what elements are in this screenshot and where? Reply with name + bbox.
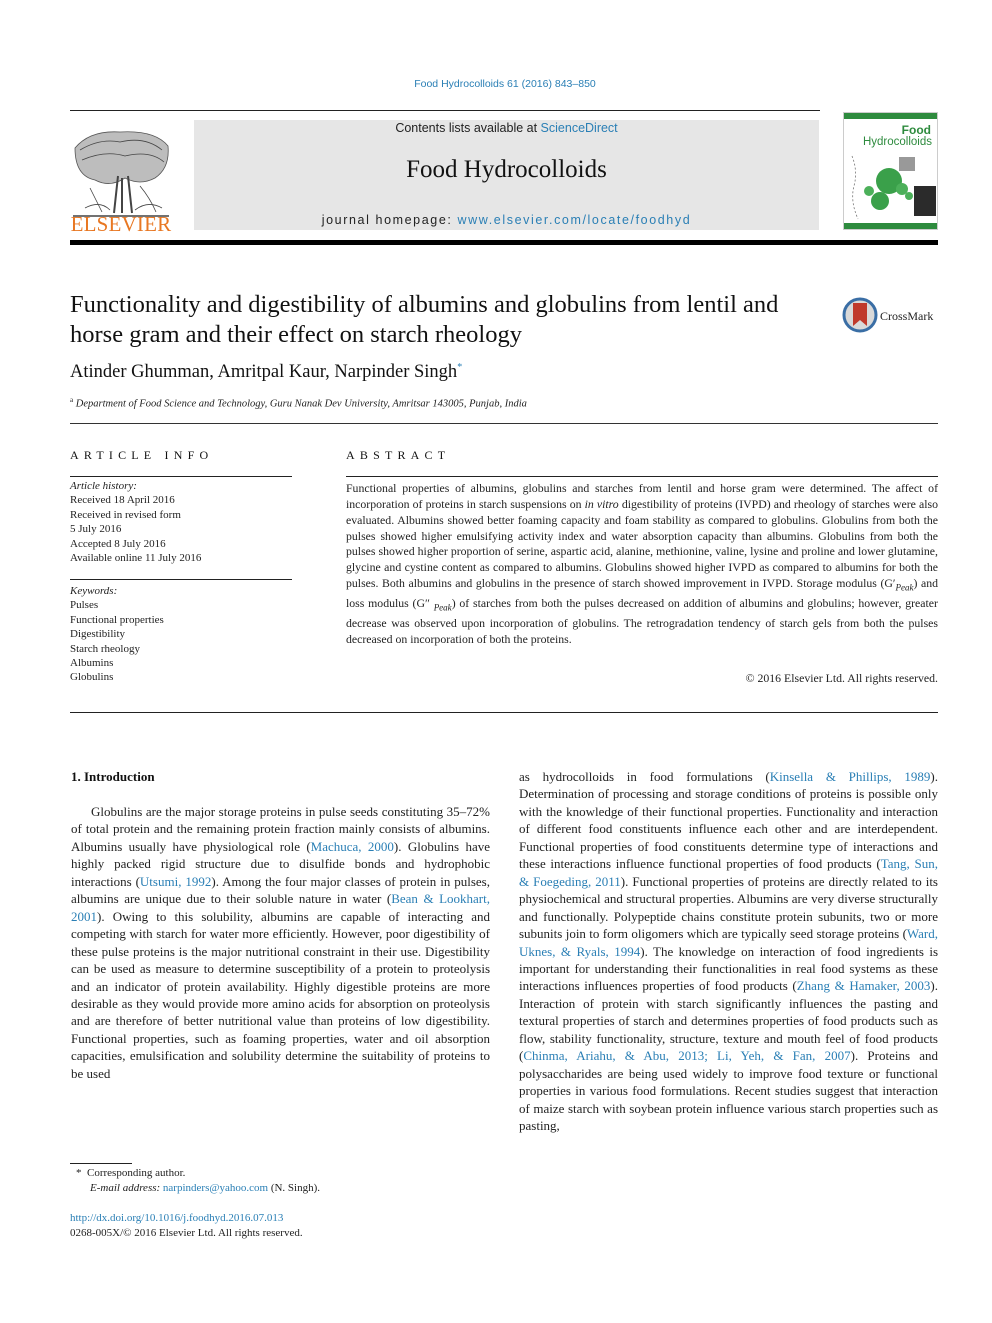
- keywords-label: Keywords:: [70, 585, 118, 597]
- keyword-item: Pulses: [70, 599, 99, 612]
- keyword-item: Albumins: [70, 657, 114, 670]
- abstract-subscript: Peak: [895, 582, 914, 593]
- elsevier-wordmark: ELSEVIER: [70, 212, 172, 236]
- issn-copyright: 0268-005X/© 2016 Elsevier Ltd. All right…: [70, 1227, 303, 1239]
- crossmark-label[interactable]: CrossMark: [880, 309, 933, 324]
- homepage-line: journal homepage: www.elsevier.com/locat…: [194, 213, 819, 227]
- history-item: Accepted 8 July 2016: [70, 537, 166, 550]
- article-info-heading: ARTICLE INFO: [70, 448, 214, 462]
- article-history: Article history: Received 18 April 2016 …: [70, 479, 300, 565]
- cover-title-line2: Hydrocolloids: [862, 136, 932, 148]
- abstract-subscript: Peak: [433, 602, 452, 613]
- crossmark-icon[interactable]: [842, 297, 878, 333]
- cover-bottom-bar: [844, 223, 937, 229]
- abstract-copyright: © 2016 Elsevier Ltd. All rights reserved…: [745, 671, 938, 685]
- journal-citation-link[interactable]: Food Hydrocolloids 61 (2016) 843–850: [0, 78, 992, 90]
- abstract-body: Functional properties of albumins, globu…: [346, 481, 938, 648]
- header-thick-rule: [70, 240, 938, 245]
- body-rule: [70, 712, 938, 713]
- authors-names: Atinder Ghumman, Amritpal Kaur, Narpinde…: [70, 362, 458, 383]
- footnote-mark: *: [76, 1167, 82, 1179]
- contents-prefix: Contents lists available at: [395, 121, 541, 135]
- article-info-rule: [70, 476, 292, 477]
- cover-top-bar: [844, 113, 937, 119]
- footnote: * Corresponding author. E-mail address: …: [76, 1166, 320, 1196]
- keyword-item: Globulins: [70, 671, 114, 684]
- header-rule: [70, 110, 820, 111]
- article-title: Functionality and digestibility of album…: [70, 291, 779, 348]
- cover-title-line1: Food: [901, 123, 931, 137]
- abstract-heading: ABSTRACT: [346, 448, 451, 462]
- intro-paragraph: Globulins are the major storage proteins…: [71, 803, 490, 1082]
- reference-link[interactable]: Utsumi, 1992: [140, 874, 211, 889]
- history-item: 5 July 2016: [70, 523, 122, 536]
- email-label: E-mail address:: [90, 1182, 161, 1194]
- sciencedirect-link[interactable]: ScienceDirect: [541, 121, 618, 135]
- body-text-run: as hydrocolloids in food formulations (: [519, 769, 770, 784]
- section-heading-introduction: 1. Introduction: [71, 769, 155, 784]
- footnote-rule: [70, 1163, 132, 1164]
- corresponding-author-mark[interactable]: *: [457, 362, 462, 373]
- reference-link[interactable]: Kinsella & Phillips, 1989: [770, 769, 931, 784]
- journal-title: Food Hydrocolloids: [406, 156, 607, 183]
- affiliation-rule: [70, 423, 938, 424]
- body-column-right: as hydrocolloids in food formulations (K…: [519, 768, 938, 1135]
- keyword-item: Digestibility: [70, 628, 125, 641]
- author-list: Atinder Ghumman, Amritpal Kaur, Narpinde…: [70, 362, 462, 383]
- contents-line: Contents lists available at ScienceDirec…: [194, 121, 819, 135]
- abstract-italic-run: in vitro: [584, 496, 619, 511]
- reference-link[interactable]: Zhang & Hamaker, 2003: [797, 978, 931, 993]
- intro-paragraph-continued: as hydrocolloids in food formulations (K…: [519, 768, 938, 1135]
- journal-cover-thumbnail[interactable]: Food Hydrocolloids: [843, 112, 938, 230]
- history-item: Received in revised form: [70, 508, 181, 521]
- keyword-item: Starch rheology: [70, 642, 140, 655]
- abstract-rule: [346, 476, 938, 477]
- reference-link[interactable]: Chinma, Ariahu, & Abu, 2013; Li, Yeh, & …: [523, 1048, 850, 1063]
- reference-link[interactable]: Machuca, 2000: [311, 839, 394, 854]
- email-link[interactable]: narpinders@yahoo.com: [163, 1182, 268, 1194]
- keyword-item: Functional properties: [70, 613, 164, 626]
- keywords-rule: [70, 579, 292, 580]
- email-suffix: (N. Singh).: [268, 1182, 321, 1194]
- journal-homepage-link[interactable]: www.elsevier.com/locate/foodhyd: [458, 213, 692, 227]
- body-text-run: ). Determination of processing and stora…: [519, 769, 938, 872]
- history-item: Received 18 April 2016: [70, 494, 175, 507]
- keywords: Keywords: Pulses Functional properties D…: [70, 584, 300, 685]
- article-history-label: Article history:: [70, 480, 137, 492]
- doi-link[interactable]: http://dx.doi.org/10.1016/j.foodhyd.2016…: [70, 1212, 283, 1224]
- affiliation: a Department of Food Science and Technol…: [70, 396, 527, 410]
- history-item: Available online 11 July 2016: [70, 552, 202, 565]
- corresponding-author-note: Corresponding author.: [87, 1167, 186, 1179]
- body-text-run: ). Owing to this solubility, albumins ar…: [71, 908, 490, 1081]
- body-column-left: Globulins are the major storage proteins…: [71, 803, 490, 1082]
- cover-molecule-icon: [851, 155, 936, 220]
- affiliation-mark: a: [70, 396, 74, 404]
- affiliation-text: Department of Food Science and Technolog…: [75, 398, 527, 410]
- homepage-prefix: journal homepage:: [321, 213, 458, 227]
